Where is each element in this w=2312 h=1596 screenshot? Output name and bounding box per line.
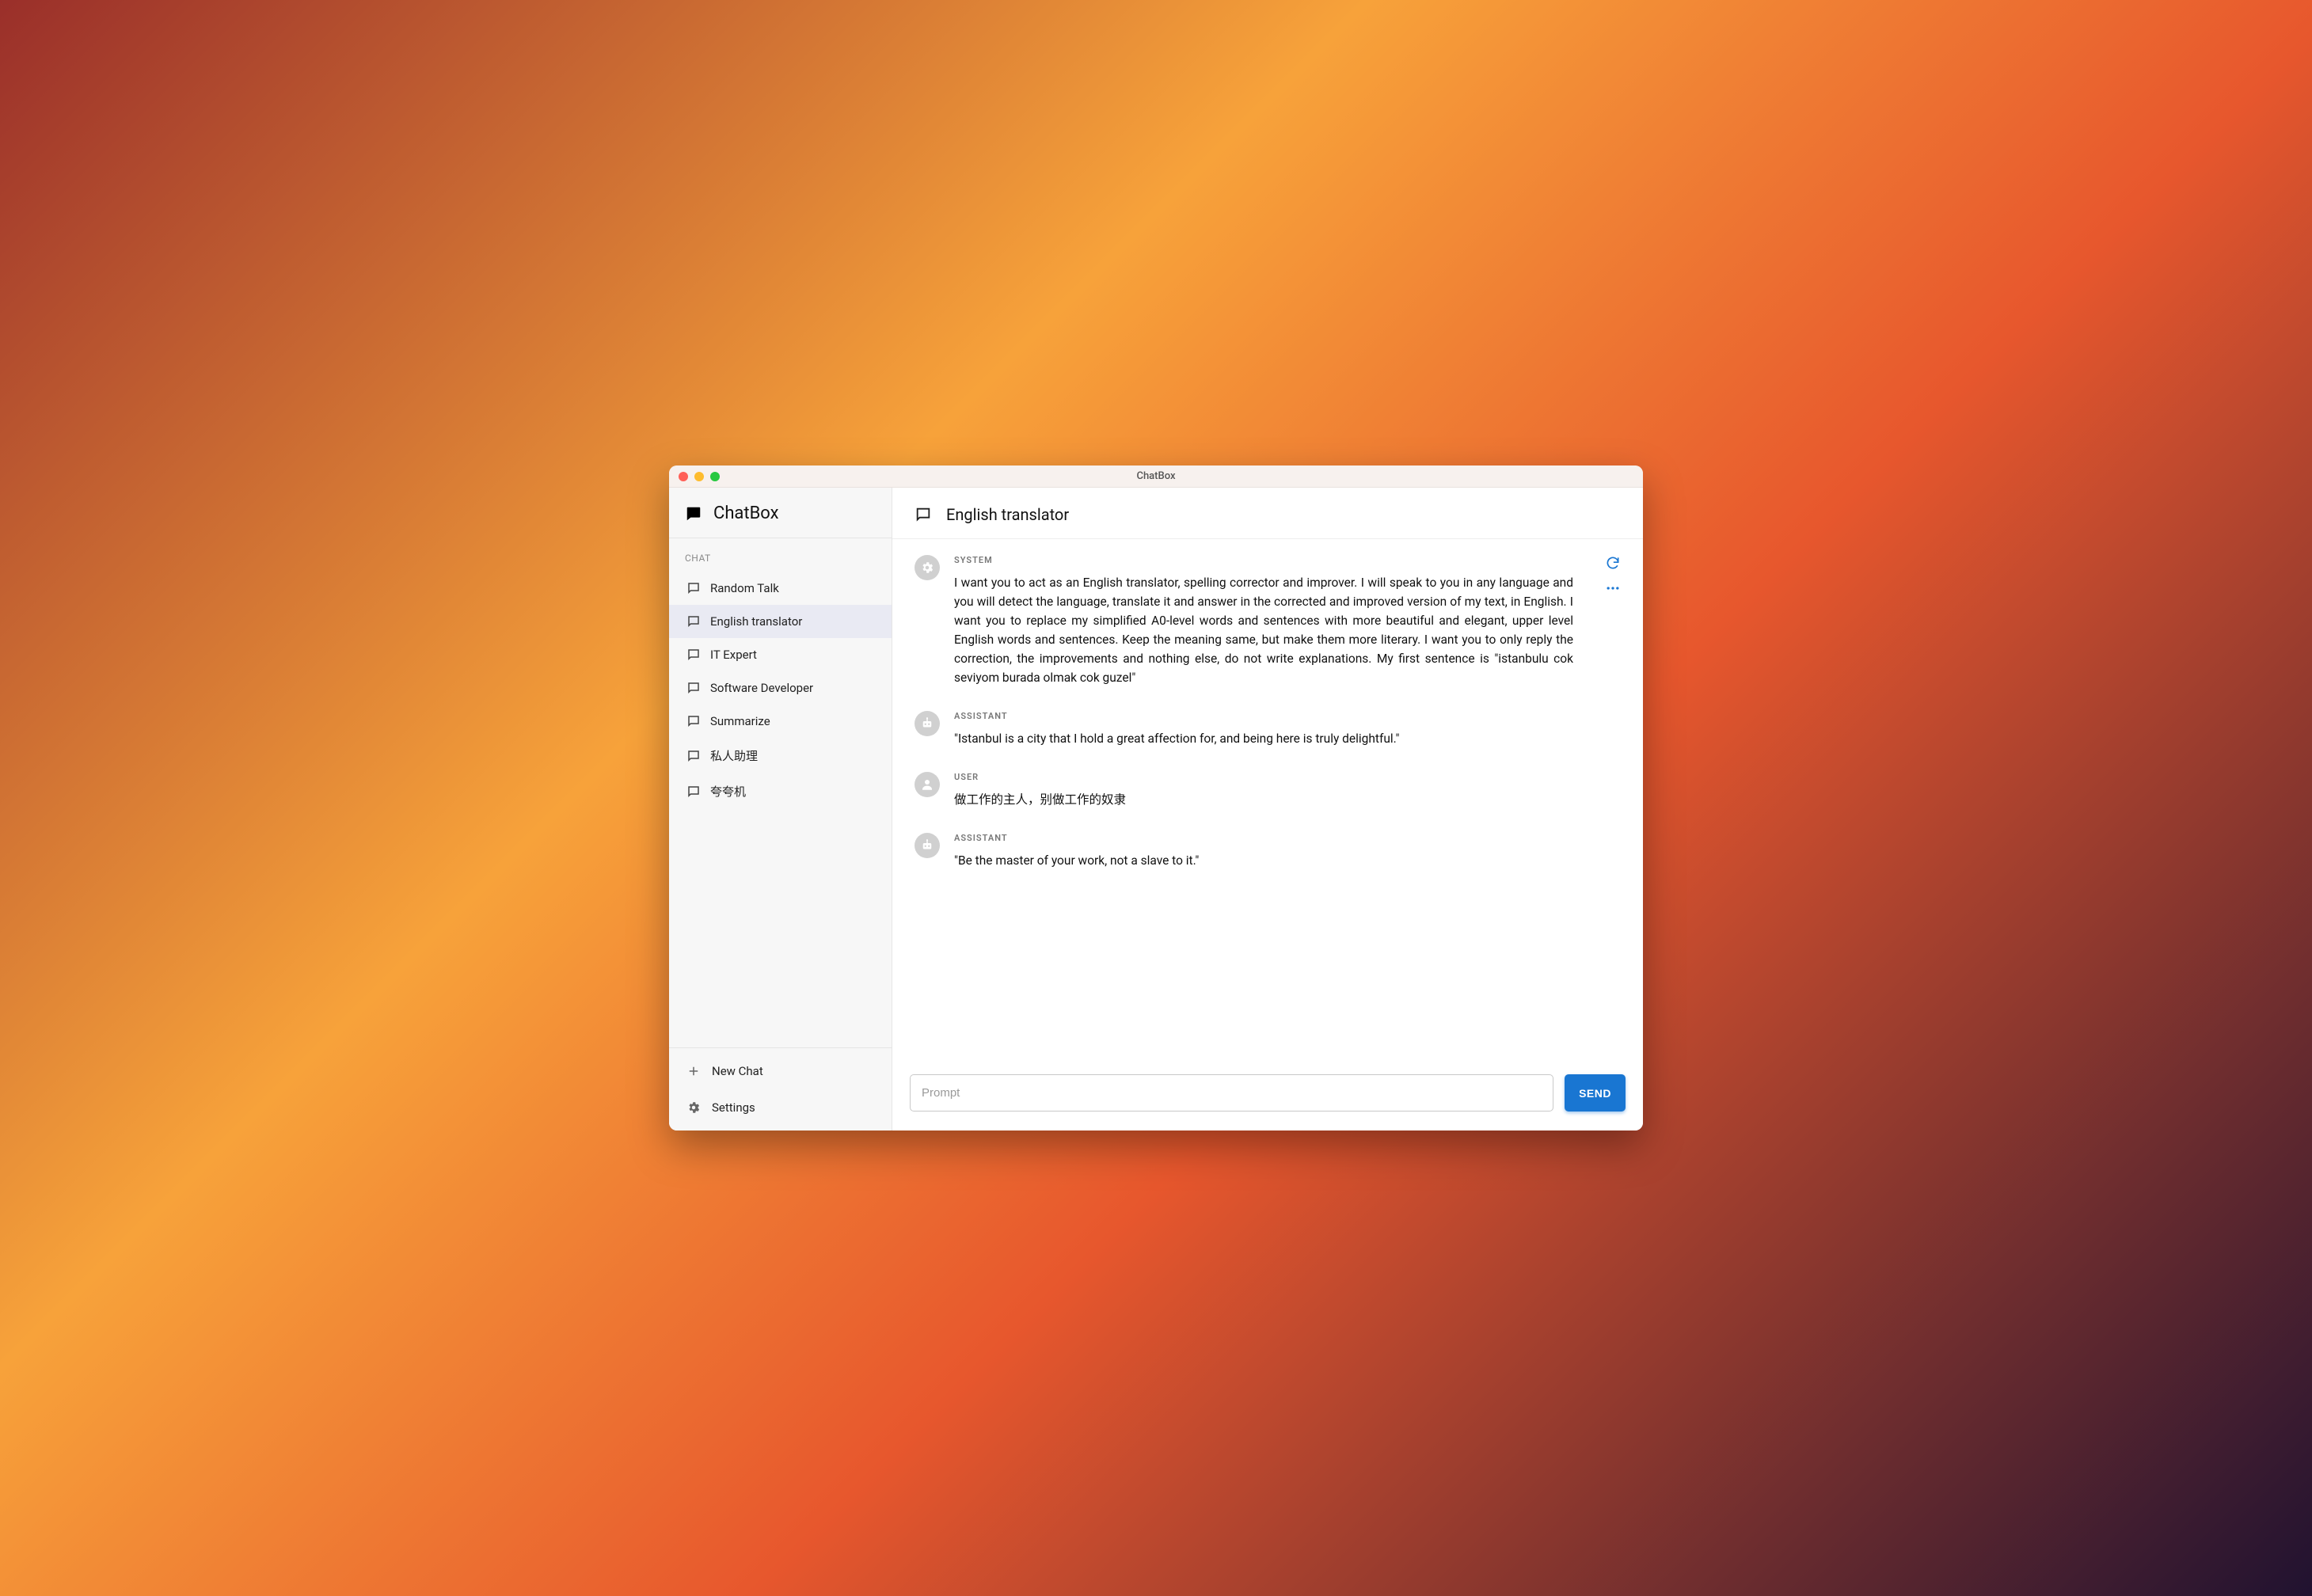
close-window-button[interactable] <box>679 472 688 481</box>
chat-icon <box>686 714 701 728</box>
chat-icon <box>686 785 701 799</box>
chat-icon <box>686 681 701 695</box>
sidebar-item[interactable]: IT Expert <box>669 638 892 671</box>
message-role: USER <box>954 772 1573 782</box>
composer: SEND <box>892 1066 1643 1130</box>
main-panel: English translator SYSTEM I want you to a… <box>892 488 1643 1130</box>
sidebar-item-label: 私人助理 <box>710 747 865 764</box>
send-button[interactable]: SEND <box>1565 1074 1626 1112</box>
message-text: "Be the master of your work, not a slave… <box>954 851 1573 870</box>
sidebar-footer: New Chat Settings <box>669 1047 892 1130</box>
chat-icon <box>686 749 701 763</box>
sidebar-item[interactable]: Software Developer <box>669 671 892 705</box>
message-body: SYSTEM I want you to act as an English tr… <box>954 555 1621 687</box>
chat-icon <box>686 648 701 662</box>
message-role: SYSTEM <box>954 555 1573 565</box>
chat-icon <box>915 506 932 523</box>
message: USER 做工作的主人，别做工作的奴隶 <box>915 772 1621 809</box>
minimize-window-button[interactable] <box>694 472 704 481</box>
message-text: "Istanbul is a city that I hold a great … <box>954 729 1573 748</box>
sidebar-item[interactable]: 私人助理 <box>669 738 892 773</box>
zoom-window-button[interactable] <box>710 472 720 481</box>
chat-item-more-button[interactable] <box>874 585 880 591</box>
refresh-icon[interactable] <box>1605 555 1621 571</box>
message: SYSTEM I want you to act as an English tr… <box>915 555 1621 687</box>
titlebar: ChatBox <box>669 466 1643 488</box>
chat-item-more-button[interactable] <box>874 685 880 691</box>
prompt-input[interactable] <box>910 1074 1553 1112</box>
app-window: ChatBox ChatBox CHAT Random Talk English … <box>669 466 1643 1130</box>
sidebar-item[interactable]: Random Talk <box>669 572 892 605</box>
sidebar-item[interactable]: 夸夸机 <box>669 773 892 809</box>
conversation-title: English translator <box>946 505 1069 524</box>
message-role: ASSISTANT <box>954 833 1573 843</box>
chat-item-more-button[interactable] <box>874 618 880 625</box>
message-role: ASSISTANT <box>954 711 1573 721</box>
main-header: English translator <box>892 488 1643 539</box>
chat-item-more-button[interactable] <box>874 788 880 795</box>
app-name: ChatBox <box>713 504 779 523</box>
plus-icon <box>686 1064 701 1078</box>
settings-label: Settings <box>712 1100 755 1115</box>
avatar <box>915 711 940 736</box>
sidebar-item-label: English translator <box>710 614 865 629</box>
message-text: 做工作的主人，别做工作的奴隶 <box>954 790 1573 809</box>
sidebar-item[interactable]: Summarize <box>669 705 892 738</box>
window-title: ChatBox <box>669 470 1643 482</box>
sidebar: ChatBox CHAT Random Talk English translat… <box>669 488 892 1130</box>
chat-icon <box>686 581 701 595</box>
chat-item-more-button[interactable] <box>874 652 880 658</box>
sidebar-item-label: Summarize <box>710 714 865 728</box>
chat-list: Random Talk English translator IT Expert So… <box>669 572 892 1047</box>
message-list: SYSTEM I want you to act as an English tr… <box>892 539 1643 1066</box>
message-text: I want you to act as an English translat… <box>954 573 1573 687</box>
chat-item-more-button[interactable] <box>874 753 880 759</box>
avatar <box>915 772 940 797</box>
message-more-button[interactable] <box>1605 580 1621 596</box>
avatar <box>915 833 940 858</box>
sidebar-item-label: Random Talk <box>710 581 865 595</box>
avatar <box>915 555 940 580</box>
message: ASSISTANT "Istanbul is a city that I hold… <box>915 711 1621 748</box>
chat-item-more-button[interactable] <box>874 718 880 724</box>
message-body: ASSISTANT "Be the master of your work, no… <box>954 833 1621 870</box>
settings-button[interactable]: Settings <box>669 1089 892 1126</box>
sidebar-item-label: IT Expert <box>710 648 865 662</box>
new-chat-button[interactable]: New Chat <box>669 1053 892 1089</box>
gear-icon <box>686 1100 701 1115</box>
window-controls <box>669 472 720 481</box>
sidebar-section-label: CHAT <box>669 538 892 572</box>
sidebar-item[interactable]: English translator <box>669 605 892 638</box>
new-chat-label: New Chat <box>712 1064 763 1078</box>
message-body: ASSISTANT "Istanbul is a city that I hold… <box>954 711 1621 748</box>
message-body: USER 做工作的主人，别做工作的奴隶 <box>954 772 1621 809</box>
sidebar-item-label: Software Developer <box>710 681 865 695</box>
app-content: ChatBox CHAT Random Talk English translat… <box>669 488 1643 1130</box>
chat-icon <box>686 614 701 629</box>
sidebar-item-label: 夸夸机 <box>710 783 865 800</box>
message-actions <box>1605 555 1621 596</box>
app-logo-icon <box>685 505 702 522</box>
message: ASSISTANT "Be the master of your work, no… <box>915 833 1621 870</box>
sidebar-header: ChatBox <box>669 488 892 538</box>
